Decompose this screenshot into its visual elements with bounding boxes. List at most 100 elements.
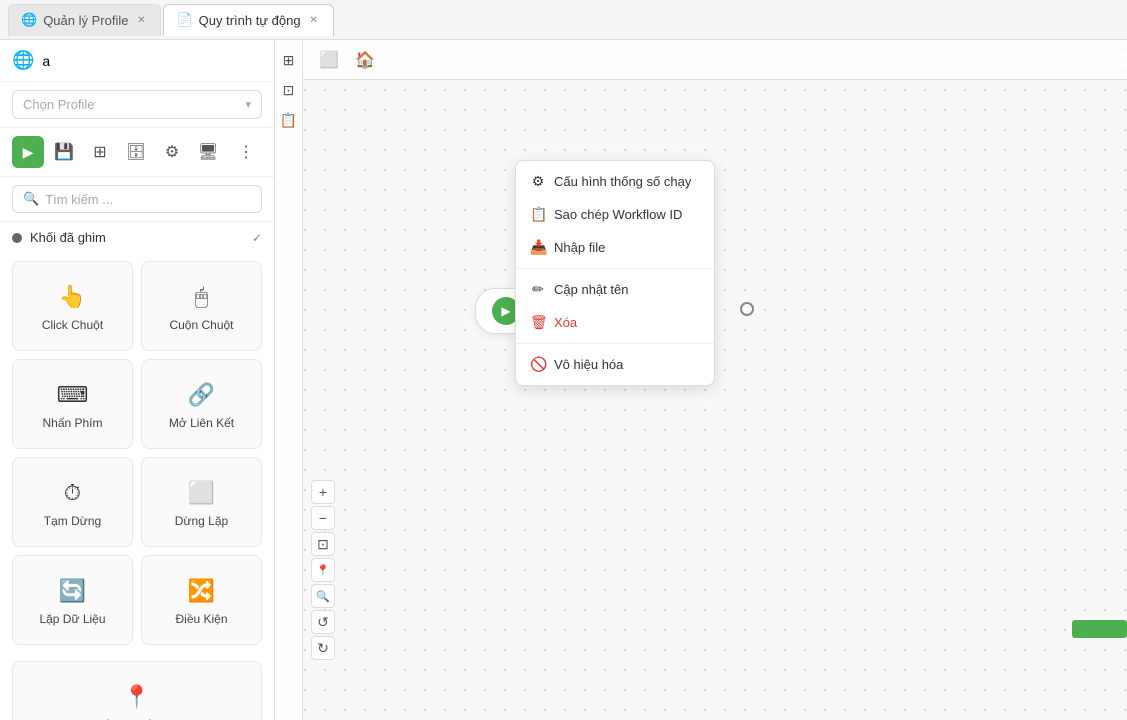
tab-quy-trinh[interactable]: 📄 Quy trình tự động ✕ (163, 4, 333, 36)
tab-quan-ly-close[interactable]: ✕ (134, 13, 148, 27)
section-khoi-da-ghim-header[interactable]: Khối đã ghim ✓ (0, 222, 274, 253)
sidebar: 🌐 a Chọn Profile ▾ ▶ 💾 ⊞ 🗄 ⚙ 🖥 ⋮ 🔍 (0, 40, 275, 720)
zoom-in-button[interactable]: + (311, 480, 335, 504)
main-layout: 🌐 a Chọn Profile ▾ ▶ 💾 ⊞ 🗄 ⚙ 🖥 ⋮ 🔍 (0, 40, 1127, 720)
fit-screen-button[interactable]: ⊡ (311, 532, 335, 556)
block-tam-dung[interactable]: ⏱ Tạm Dừng (12, 457, 133, 547)
zoom-controls: + − ⊡ 📍 🔍 ↺ ↻ (311, 480, 335, 660)
sidebar-toolbar: ▶ 💾 ⊞ 🗄 ⚙ 🖥 ⋮ (0, 128, 274, 177)
phan-tu-ton-tai-icon: 📍 (123, 684, 150, 710)
chevron-down-icon: ▾ (245, 98, 251, 111)
tab-globe-icon: 🌐 (21, 12, 37, 28)
block-dieu-kien-label: Điều Kiện (175, 612, 227, 626)
search-canvas-button[interactable]: 🔍 (311, 584, 335, 608)
save-button[interactable]: 💾 (48, 136, 80, 168)
sidebar-header: 🌐 a (0, 40, 274, 82)
connection-dot (740, 302, 754, 316)
mini-green-indicator (1072, 620, 1127, 638)
nhan-phim-icon: ⌨ (57, 382, 89, 408)
block-click-chuot[interactable]: 👆 Click Chuột (12, 261, 133, 351)
mo-lien-ket-icon: 🔗 (188, 382, 215, 408)
settings-button[interactable]: ⚙ (156, 136, 188, 168)
context-menu: ⚙ Cấu hình thống số chạy 📋 Sao chép Work… (515, 160, 715, 386)
context-cau-hinh-label: Cấu hình thống số chạy (554, 174, 691, 189)
context-nhap-label: Nhập file (554, 240, 605, 255)
block-phan-tu-ton-tai[interactable]: 📍 Phần Tử Tồn Tại (12, 661, 262, 720)
canvas-left-icon-1[interactable]: ⊞ (277, 48, 301, 72)
tab-quan-ly-profile[interactable]: 🌐 Quản lý Profile ✕ (8, 4, 161, 36)
block-mo-lien-ket[interactable]: 🔗 Mở Liên Kết (141, 359, 262, 449)
section-khoi-da-ghim-title: Khối đã ghim (30, 230, 106, 245)
context-sao-chep-label: Sao chép Workflow ID (554, 207, 682, 222)
block-lap-du-lieu[interactable]: 🔄 Lặp Dữ Liệu (12, 555, 133, 645)
tab-quy-trinh-close[interactable]: ✕ (307, 13, 321, 27)
globe-icon: 🌐 (12, 50, 34, 71)
redo-button[interactable]: ↻ (311, 636, 335, 660)
search-icon: 🔍 (23, 191, 39, 207)
search-input-wrapper: 🔍 (12, 185, 262, 213)
more-button[interactable]: ⋮ (230, 136, 262, 168)
table-button[interactable]: ⊞ (84, 136, 116, 168)
block-mo-lien-ket-label: Mở Liên Kết (169, 416, 234, 430)
profile-placeholder: Chọn Profile (23, 97, 95, 112)
tab-quy-trinh-label: Quy trình tự động (199, 13, 301, 28)
canvas-top-toolbar: ⬜ 🏠 (303, 40, 1127, 80)
tab-doc-icon: 📄 (176, 12, 192, 28)
context-menu-item-sao-chep[interactable]: 📋 Sao chép Workflow ID (516, 198, 714, 231)
canvas-left-icon-2[interactable]: ⊡ (277, 78, 301, 102)
block-dieu-kien[interactable]: 🔀 Điều Kiện (141, 555, 262, 645)
section-dot-gray (12, 233, 22, 243)
context-divider-1 (516, 268, 714, 269)
database-button[interactable]: 🗄 (120, 136, 152, 168)
profile-select[interactable]: Chọn Profile ▾ (12, 90, 262, 119)
context-vo-hieu-label: Vô hiệu hóa (554, 357, 623, 372)
context-sao-chep-icon: 📋 (530, 206, 546, 223)
canvas-left-icon-3[interactable]: 📋 (277, 108, 301, 132)
search-wrapper: 🔍 (0, 177, 274, 222)
block-grid-phan-tu: 📍 Phần Tử Tồn Tại (0, 653, 274, 720)
run-button[interactable]: ▶ (12, 136, 44, 168)
block-cuon-chuot-label: Cuộn Chuột (169, 318, 233, 332)
block-tam-dung-label: Tạm Dừng (44, 514, 101, 528)
canvas-rect-icon[interactable]: ⬜ (315, 46, 343, 74)
screen-button[interactable]: 🖥 (192, 136, 224, 168)
section-khoi-chevron-icon: ✓ (252, 231, 262, 245)
block-nhan-phim-label: Nhấn Phím (42, 416, 102, 430)
context-nhap-icon: 📥 (530, 239, 546, 256)
block-cuon-chuot[interactable]: 🖱 Cuộn Chuột (141, 261, 262, 351)
context-delete-icon: 🗑 (530, 314, 546, 331)
context-menu-item-xoa[interactable]: 🗑 Xóa (516, 306, 714, 339)
locate-button[interactable]: 📍 (311, 558, 335, 582)
tab-bar: 🌐 Quản lý Profile ✕ 📄 Quy trình tự động … (0, 0, 1127, 40)
block-lap-du-lieu-label: Lặp Dữ Liệu (39, 612, 105, 626)
context-cau-hinh-icon: ⚙ (530, 173, 546, 190)
search-input[interactable] (45, 192, 251, 207)
context-menu-item-cau-hinh[interactable]: ⚙ Cấu hình thống số chạy (516, 165, 714, 198)
tab-quan-ly-label: Quản lý Profile (43, 13, 128, 28)
context-cap-nhat-label: Cập nhật tên (554, 282, 628, 297)
dung-lap-icon: ⬜ (188, 480, 215, 506)
canvas-home-icon[interactable]: 🏠 (351, 46, 379, 74)
profile-select-wrapper: Chọn Profile ▾ (0, 82, 274, 128)
context-xoa-label: Xóa (554, 315, 577, 330)
dieu-kien-icon: 🔀 (188, 578, 215, 604)
context-disable-icon: 🚫 (530, 356, 546, 373)
context-edit-icon: ✏ (530, 281, 546, 298)
zoom-out-button[interactable]: − (311, 506, 335, 530)
block-grid-khoi-da-ghim: 👆 Click Chuột 🖱 Cuộn Chuột ⌨ Nhấn Phím 🔗… (0, 253, 274, 653)
context-divider-2 (516, 343, 714, 344)
cuon-chuot-icon: 🖱 (195, 284, 208, 310)
block-dung-lap[interactable]: ⬜ Dừng Lặp (141, 457, 262, 547)
canvas-area[interactable]: ⬜ 🏠 ⊞ ⊡ 📋 + − ⊡ 📍 🔍 ↺ ↻ ⚙ Cấu hình thống… (275, 40, 1127, 720)
canvas-left-toolbar: ⊞ ⊡ 📋 (275, 40, 303, 720)
lap-du-lieu-icon: 🔄 (59, 578, 86, 604)
block-nhan-phim[interactable]: ⌨ Nhấn Phím (12, 359, 133, 449)
section-left: Khối đã ghim (12, 230, 106, 245)
block-dung-lap-label: Dừng Lặp (175, 514, 228, 528)
click-chuot-icon: 👆 (59, 284, 86, 310)
context-menu-item-cap-nhat-ten[interactable]: ✏ Cập nhật tên (516, 273, 714, 306)
undo-button[interactable]: ↺ (311, 610, 335, 634)
block-click-chuot-label: Click Chuột (42, 318, 103, 332)
context-menu-item-vo-hieu-hoa[interactable]: 🚫 Vô hiệu hóa (516, 348, 714, 381)
context-menu-item-nhap-file[interactable]: 📥 Nhập file (516, 231, 714, 264)
